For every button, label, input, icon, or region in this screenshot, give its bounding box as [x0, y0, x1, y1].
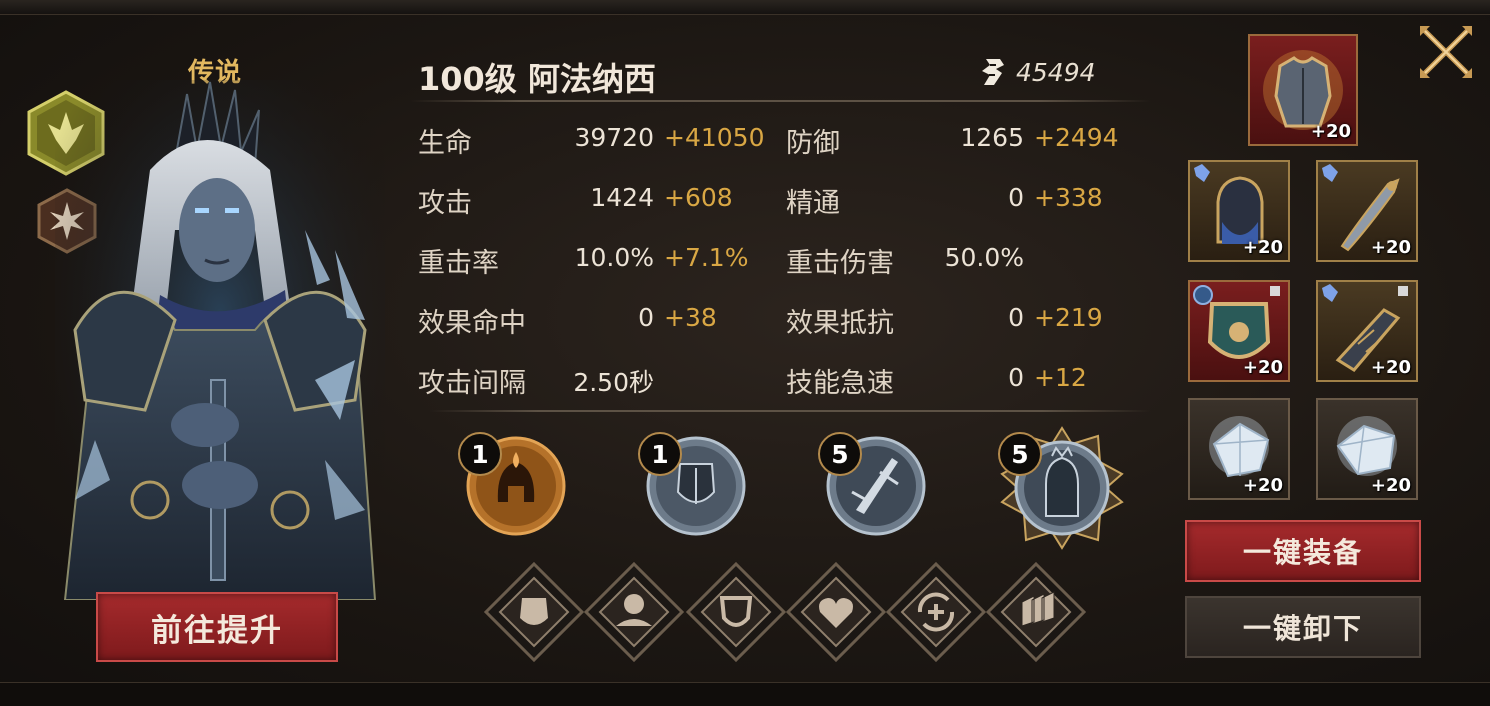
hero-level-name: 100级 阿法纳西 [418, 60, 656, 98]
skill-level-badge: 5 [818, 432, 862, 476]
hero-portrait [55, 80, 385, 600]
trait-heart-icon[interactable] [786, 562, 886, 662]
stat-label-hp: 生命 [418, 128, 472, 159]
close-icon [1420, 26, 1472, 78]
stat-label-skill-haste: 技能急速 [786, 368, 894, 399]
equip-slot-shield[interactable]: +20 [1188, 280, 1290, 382]
stat-value-attack: 1424 [590, 183, 654, 212]
stat-bonus-effect-hit: +38 [664, 303, 717, 332]
stat-bonus-attack: +608 [664, 183, 733, 212]
enhance-level: +20 [1242, 357, 1283, 378]
equip-slot-weapon[interactable]: +20 [1316, 160, 1418, 262]
stat-value-hp: 39720 [574, 123, 654, 152]
stat-label-crit-damage: 重击伤害 [786, 248, 894, 279]
stat-value-defense: 1265 [960, 123, 1024, 152]
enhance-level: +20 [1370, 237, 1411, 258]
equip-slot-gauntlet[interactable]: +20 [1316, 280, 1418, 382]
unequip-all-button[interactable]: 一键卸下 [1185, 596, 1421, 658]
trait-bust-icon[interactable] [584, 562, 684, 662]
enhance-level: +20 [1370, 475, 1411, 496]
stat-value-attack-interval: 2.50秒 [573, 368, 654, 397]
trait-heal-cycle-icon[interactable] [886, 562, 986, 662]
stat-bonus-mastery: +338 [1034, 183, 1103, 212]
combat-power-icon [982, 59, 1004, 85]
stats-divider [430, 410, 1150, 412]
stat-bonus-defense: +2494 [1034, 123, 1119, 152]
trait-helmet-shield-icon[interactable] [484, 562, 584, 662]
skill-level-badge: 5 [998, 432, 1042, 476]
stat-bonus-skill-haste: +12 [1034, 363, 1087, 392]
stat-value-effect-hit: 0 [638, 303, 654, 332]
bottom-bar [0, 682, 1490, 706]
stat-label-attack-interval: 攻击间隔 [418, 368, 526, 399]
stat-bonus-crit-rate: +7.1% [664, 243, 749, 272]
equip-slot-helmet[interactable]: +20 [1188, 160, 1290, 262]
stat-value-skill-haste: 0 [1008, 363, 1024, 392]
equip-all-button[interactable]: 一键装备 [1185, 520, 1421, 582]
stat-label-effect-hit: 效果命中 [418, 308, 526, 339]
title-divider [410, 100, 1150, 102]
combat-power-value: 45494 [1016, 57, 1096, 87]
stat-label-crit-rate: 重击率 [418, 248, 499, 279]
stat-bonus-hp: +41050 [664, 123, 765, 152]
skill-level-badge: 1 [458, 432, 502, 476]
enhance-level: +20 [1242, 475, 1283, 496]
stat-bonus-effect-resist: +219 [1034, 303, 1103, 332]
stat-value-effect-resist: 0 [1008, 303, 1024, 332]
trait-shield-icon[interactable] [686, 562, 786, 662]
enhance-level: +20 [1310, 121, 1351, 142]
top-border [0, 0, 1490, 15]
stat-label-defense: 防御 [786, 128, 840, 159]
stat-label-effect-resist: 效果抵抗 [786, 308, 894, 339]
close-button[interactable] [1416, 22, 1476, 82]
equip-slot-crystal-left[interactable]: +20 [1188, 398, 1290, 500]
go-upgrade-button[interactable]: 前往提升 [96, 592, 338, 662]
enhance-level: +20 [1242, 237, 1283, 258]
stat-value-crit-damage: 50.0% [944, 243, 1024, 272]
enhance-level: +20 [1370, 357, 1411, 378]
trait-stack-armor-icon[interactable] [986, 562, 1086, 662]
equip-slot-chest[interactable]: +20 [1248, 34, 1358, 146]
stat-value-crit-rate: 10.0% [574, 243, 654, 272]
skill-level-badge: 1 [638, 432, 682, 476]
combat-power: 45494 [980, 56, 1096, 88]
stat-label-mastery: 精通 [786, 188, 840, 219]
equip-slot-crystal-right[interactable]: +20 [1316, 398, 1418, 500]
stat-label-attack: 攻击 [418, 188, 472, 219]
stat-value-mastery: 0 [1008, 183, 1024, 212]
